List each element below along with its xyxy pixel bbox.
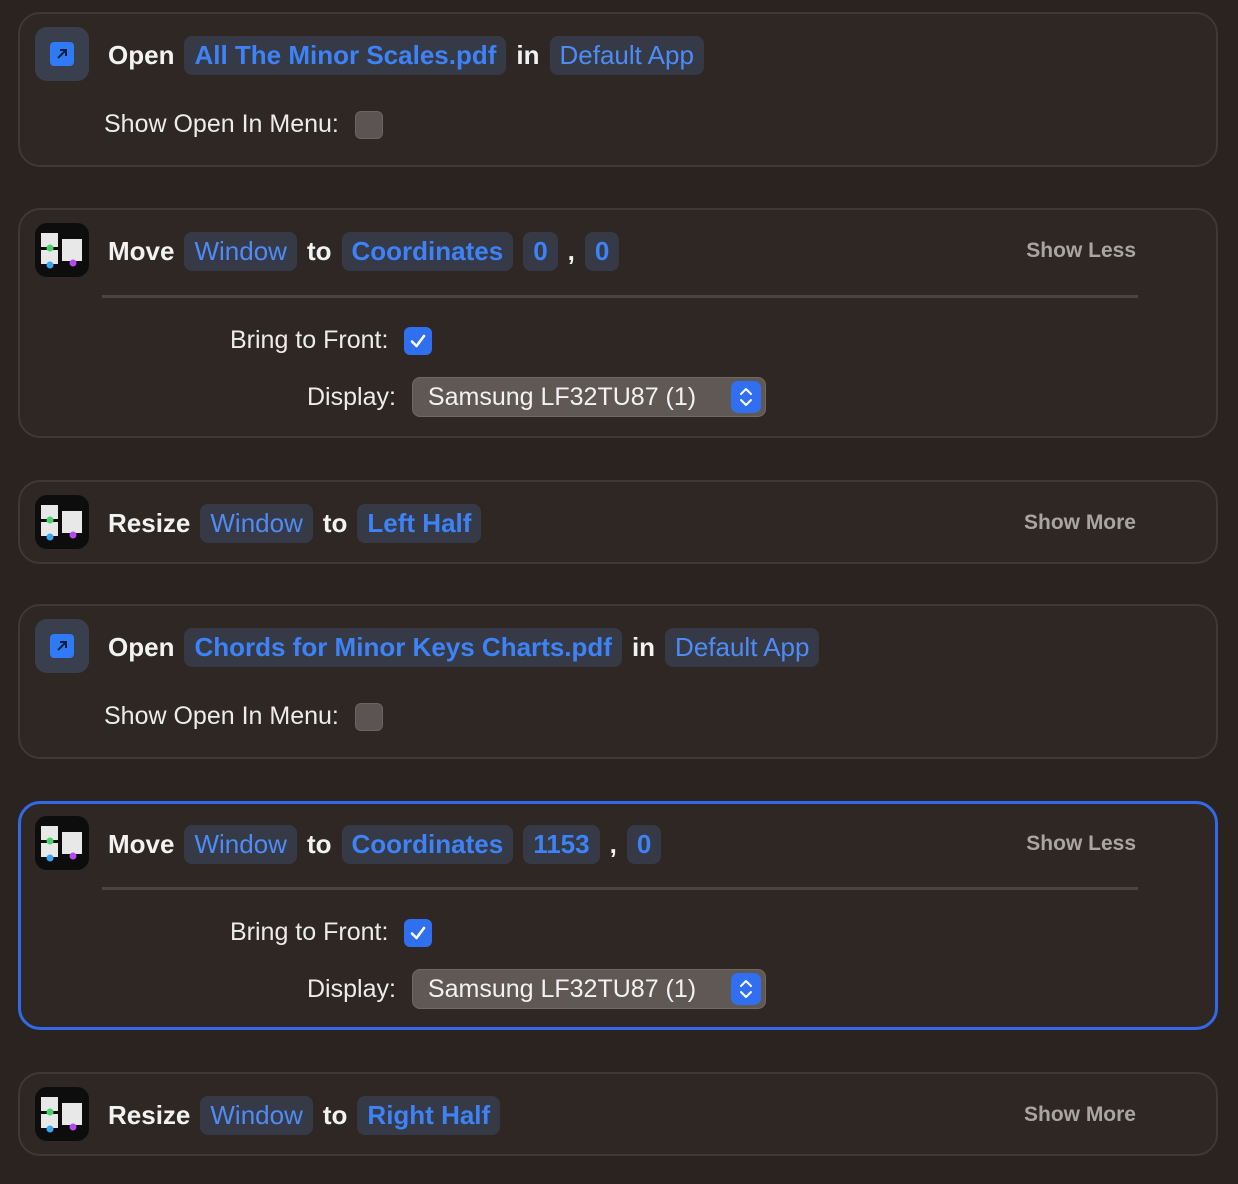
x-coordinate-token[interactable]: 1153 <box>523 824 600 864</box>
show-open-in-menu-checkbox[interactable] <box>354 110 383 139</box>
window-manager-icon <box>35 816 89 870</box>
action-verb: Move <box>108 235 175 266</box>
coordinate-separator: , <box>609 828 617 859</box>
conjunction: to <box>322 1099 348 1130</box>
show-less-button[interactable]: Show Less <box>1026 803 1136 885</box>
divider <box>102 295 1138 298</box>
action-card-resize-2[interactable]: Resize Window to Right Half Show More <box>18 1072 1218 1156</box>
show-open-in-menu-label: Show Open In Menu: <box>104 110 339 138</box>
checkmark-icon <box>411 334 426 347</box>
window-manager-icon <box>35 223 89 277</box>
action-card-open-1[interactable]: Open All The Minor Scales.pdf in Default… <box>18 12 1218 167</box>
divider <box>102 887 1138 890</box>
file-token[interactable]: Chords for Minor Keys Charts.pdf <box>184 627 622 667</box>
action-verb: Open <box>108 39 175 70</box>
display-select[interactable]: Samsung LF32TU87 (1) <box>411 969 766 1009</box>
x-coordinate-token[interactable]: 0 <box>523 231 558 271</box>
size-token[interactable]: Left Half <box>357 503 482 543</box>
bring-to-front-checkbox[interactable] <box>404 918 433 947</box>
size-token[interactable]: Right Half <box>357 1095 501 1135</box>
bring-to-front-checkbox[interactable] <box>404 326 433 355</box>
display-label: Display: <box>307 974 396 1003</box>
mode-token[interactable]: Coordinates <box>341 824 514 864</box>
checkmark-icon <box>411 926 426 939</box>
show-more-button[interactable]: Show More <box>1024 1074 1136 1156</box>
action-verb: Resize <box>108 507 191 538</box>
up-down-chevron-icon <box>730 381 761 413</box>
show-open-in-menu-checkbox[interactable] <box>354 702 383 731</box>
bring-to-front-label: Bring to Front: <box>230 918 389 946</box>
window-token[interactable]: Window <box>200 503 313 543</box>
mode-token[interactable]: Coordinates <box>341 231 514 271</box>
bring-to-front-label: Bring to Front: <box>230 326 389 354</box>
conjunction: to <box>322 507 348 538</box>
app-token[interactable]: Default App <box>549 35 704 75</box>
conjunction: to <box>306 828 332 859</box>
display-select[interactable]: Samsung LF32TU87 (1) <box>411 377 766 417</box>
window-token[interactable]: Window <box>184 824 297 864</box>
action-card-move-2[interactable]: Move Window to Coordinates 1153 , 0 Show… <box>18 801 1218 1030</box>
show-more-button[interactable]: Show More <box>1024 482 1136 564</box>
up-down-chevron-icon <box>730 973 761 1005</box>
action-card-move-1[interactable]: Move Window to Coordinates 0 , 0 Show Le… <box>18 208 1218 438</box>
window-token[interactable]: Window <box>184 231 297 271</box>
window-manager-icon <box>35 1087 89 1141</box>
display-value: Samsung LF32TU87 (1) <box>427 382 697 411</box>
conjunction: in <box>631 631 656 662</box>
show-less-button[interactable]: Show Less <box>1026 210 1136 292</box>
window-manager-icon <box>35 495 89 549</box>
display-label: Display: <box>307 382 396 411</box>
action-verb: Resize <box>108 1099 191 1130</box>
window-token[interactable]: Window <box>200 1095 313 1135</box>
app-token[interactable]: Default App <box>665 627 820 667</box>
show-open-in-menu-label: Show Open In Menu: <box>104 702 339 730</box>
y-coordinate-token[interactable]: 0 <box>584 231 620 271</box>
file-token[interactable]: All The Minor Scales.pdf <box>184 35 507 75</box>
y-coordinate-token[interactable]: 0 <box>626 824 662 864</box>
display-value: Samsung LF32TU87 (1) <box>427 974 697 1003</box>
conjunction: in <box>516 39 540 70</box>
open-file-arrow-icon <box>35 27 89 81</box>
action-card-resize-1[interactable]: Resize Window to Left Half Show More <box>18 480 1218 564</box>
coordinate-separator: , <box>567 235 575 266</box>
conjunction: to <box>306 235 332 266</box>
action-card-open-2[interactable]: Open Chords for Minor Keys Charts.pdf in… <box>18 604 1218 759</box>
action-verb: Open <box>108 631 175 662</box>
action-verb: Move <box>108 828 175 859</box>
open-file-arrow-icon <box>35 619 89 673</box>
